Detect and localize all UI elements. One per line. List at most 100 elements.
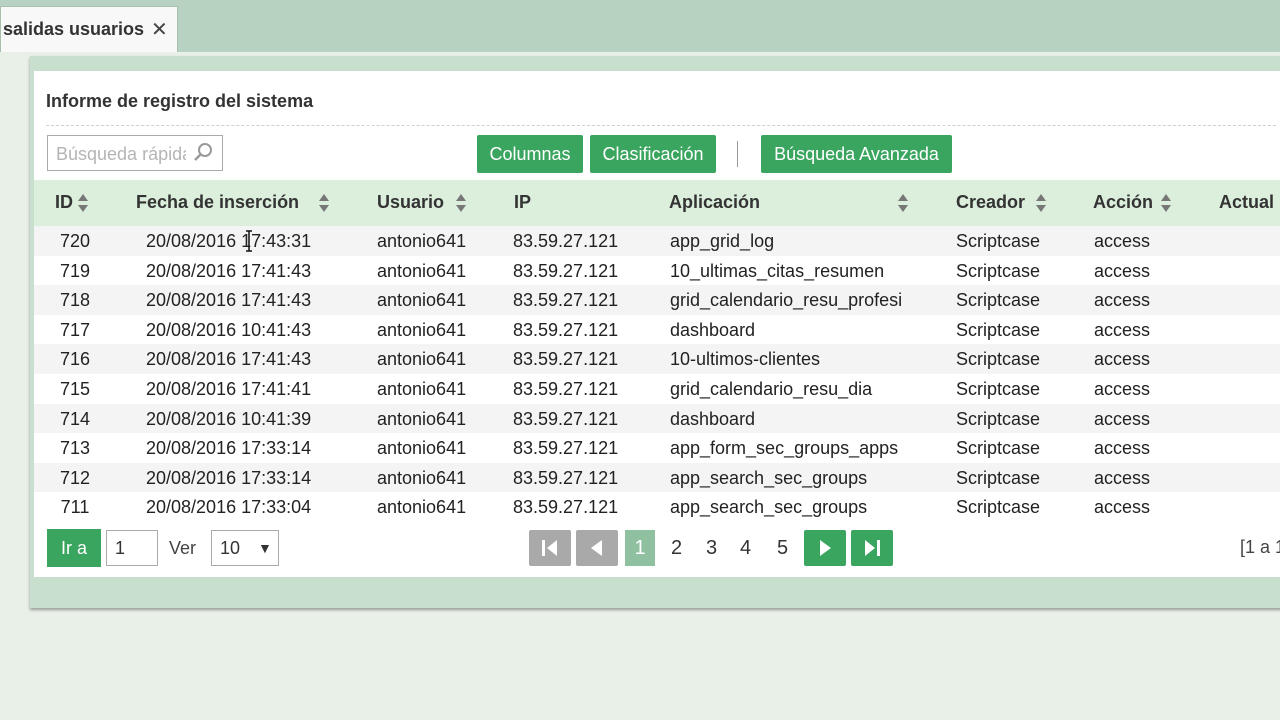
cell-creator: Scriptcase xyxy=(956,379,1041,399)
last-page-button[interactable] xyxy=(851,530,893,566)
page-link[interactable]: 2 xyxy=(671,537,682,560)
tab-title[interactable]: salidas usuarios xyxy=(3,19,144,40)
goto-page-input[interactable] xyxy=(106,530,158,566)
page-link[interactable]: 4 xyxy=(740,537,751,560)
sort-icon[interactable] xyxy=(455,192,467,214)
top-bar xyxy=(0,0,1280,52)
table-row[interactable]: 712 20/08/2016 17:33:14 antonio641 83.59… xyxy=(34,462,1280,493)
cell-creator: Scriptcase xyxy=(956,467,1041,488)
header-updated[interactable]: Actual xyxy=(1219,192,1274,213)
table-row[interactable]: 718 20/08/2016 17:41:43 antonio641 83.59… xyxy=(34,285,1280,315)
table-row[interactable]: 711 20/08/2016 17:33:04 antonio641 83.59… xyxy=(34,492,1280,522)
cell-date: 20/08/2016 17:33:04 xyxy=(146,497,312,518)
report-title: Informe de registro del sistema xyxy=(46,91,314,111)
cell-action: access xyxy=(1094,379,1151,399)
cell-date: 20/08/2016 17:33:14 xyxy=(146,467,312,488)
page-link[interactable]: 3 xyxy=(706,537,717,560)
table-row[interactable]: 716 20/08/2016 17:41:43 antonio641 83.59… xyxy=(34,344,1280,374)
table-row[interactable]: 714 20/08/2016 10:41:39 antonio641 83.59… xyxy=(34,403,1280,434)
columns-button[interactable]: Columnas xyxy=(477,135,583,173)
advanced-search-button[interactable]: Búsqueda Avanzada xyxy=(761,135,952,173)
header-creator[interactable]: Creador xyxy=(956,192,1025,213)
cell-action: access xyxy=(1094,231,1151,251)
divider xyxy=(46,125,1276,126)
header-ip[interactable]: IP xyxy=(514,192,531,213)
page-link[interactable]: 5 xyxy=(777,537,788,560)
table-row[interactable]: 715 20/08/2016 17:41:41 antonio641 83.59… xyxy=(34,374,1280,404)
cell-user: antonio641 xyxy=(377,260,467,281)
cell-date: 20/08/2016 17:33:14 xyxy=(146,438,312,459)
cell-ip: 83.59.27.121 xyxy=(513,319,619,340)
cell-id: 716 xyxy=(59,349,91,370)
table-row[interactable]: 719 20/08/2016 17:41:43 antonio641 83.59… xyxy=(34,256,1280,286)
current-page[interactable]: 1 xyxy=(625,530,655,566)
cell-date: 20/08/2016 17:43:31 xyxy=(146,231,312,251)
cell-ip: 83.59.27.121 xyxy=(513,290,619,311)
cell-id: 715 xyxy=(59,379,91,399)
cell-ip: 83.59.27.121 xyxy=(513,408,619,429)
cell-ip: 83.59.27.121 xyxy=(513,260,619,281)
cell-action: access xyxy=(1094,497,1151,518)
sort-icon[interactable] xyxy=(1035,192,1047,214)
cell-user: antonio641 xyxy=(377,290,467,311)
cell-application: app_grid_log xyxy=(670,231,775,251)
cell-creator: Scriptcase xyxy=(956,408,1041,429)
cell-application: 10-ultimos-clientes xyxy=(670,349,821,370)
sort-icon[interactable] xyxy=(897,192,909,214)
cell-user: antonio641 xyxy=(377,438,467,459)
cell-date: 20/08/2016 17:41:43 xyxy=(146,349,312,370)
header-date[interactable]: Fecha de inserción xyxy=(136,192,299,213)
cell-action: access xyxy=(1094,290,1151,311)
next-page-button[interactable] xyxy=(804,530,846,566)
next-page-icon xyxy=(820,540,831,556)
first-page-button[interactable] xyxy=(529,530,571,566)
table-row[interactable]: 713 20/08/2016 17:33:14 antonio641 83.59… xyxy=(34,433,1280,463)
table-header: ID Fecha de inserción Usuario IP Aplicac… xyxy=(34,180,1280,226)
cell-creator: Scriptcase xyxy=(956,231,1041,251)
cell-application: dashboard xyxy=(670,319,756,340)
cell-id: 720 xyxy=(59,231,91,251)
cell-date: 20/08/2016 10:41:43 xyxy=(146,319,312,340)
cell-creator: Scriptcase xyxy=(956,319,1041,340)
cell-application: app_search_sec_groups xyxy=(670,467,868,488)
prev-page-button[interactable] xyxy=(576,530,618,566)
sort-icon[interactable] xyxy=(77,192,89,214)
header-application[interactable]: Aplicación xyxy=(669,192,760,213)
cell-user: antonio641 xyxy=(377,231,467,251)
record-range: [1 a 1 xyxy=(1240,537,1280,557)
header-user[interactable]: Usuario xyxy=(377,192,444,213)
cell-creator: Scriptcase xyxy=(956,290,1041,311)
cell-action: access xyxy=(1094,349,1151,370)
goto-button[interactable]: Ir a xyxy=(47,529,101,567)
cell-application: grid_calendario_resu_profesi xyxy=(670,290,903,311)
cell-user: antonio641 xyxy=(377,319,467,340)
cell-id: 719 xyxy=(59,260,91,281)
last-page-icon xyxy=(865,540,880,556)
header-action[interactable]: Acción xyxy=(1093,192,1153,213)
sort-icon[interactable] xyxy=(1160,192,1172,214)
cell-action: access xyxy=(1094,438,1151,459)
per-page-value: 10 xyxy=(220,538,241,558)
close-icon[interactable]: ✕ xyxy=(151,17,168,42)
per-page-select[interactable]: 10 ▼ xyxy=(211,530,279,566)
cell-user: antonio641 xyxy=(377,467,467,488)
quick-search[interactable] xyxy=(47,135,223,171)
table-row[interactable]: 720 20/08/2016 17:43:31 antonio641 83.59… xyxy=(34,226,1280,256)
cell-action: access xyxy=(1094,408,1151,429)
cell-creator: Scriptcase xyxy=(956,438,1041,459)
cell-application: dashboard xyxy=(670,408,756,429)
cell-ip: 83.59.27.121 xyxy=(513,467,619,488)
cell-date: 20/08/2016 10:41:39 xyxy=(146,408,312,429)
cell-creator: Scriptcase xyxy=(956,349,1041,370)
header-id[interactable]: ID xyxy=(55,192,73,213)
table-row[interactable]: 717 20/08/2016 10:41:43 antonio641 83.59… xyxy=(34,315,1280,345)
tab-salidas-usuarios[interactable]: salidas usuarios ✕ xyxy=(0,6,178,52)
cell-ip: 83.59.27.121 xyxy=(513,231,619,251)
cell-action: access xyxy=(1094,260,1151,281)
search-input[interactable] xyxy=(54,142,188,166)
search-icon[interactable] xyxy=(192,141,216,165)
sort-icon[interactable] xyxy=(318,192,330,214)
cell-ip: 83.59.27.121 xyxy=(513,349,619,370)
sort-button[interactable]: Clasificación xyxy=(590,135,716,173)
cell-action: access xyxy=(1094,467,1151,488)
